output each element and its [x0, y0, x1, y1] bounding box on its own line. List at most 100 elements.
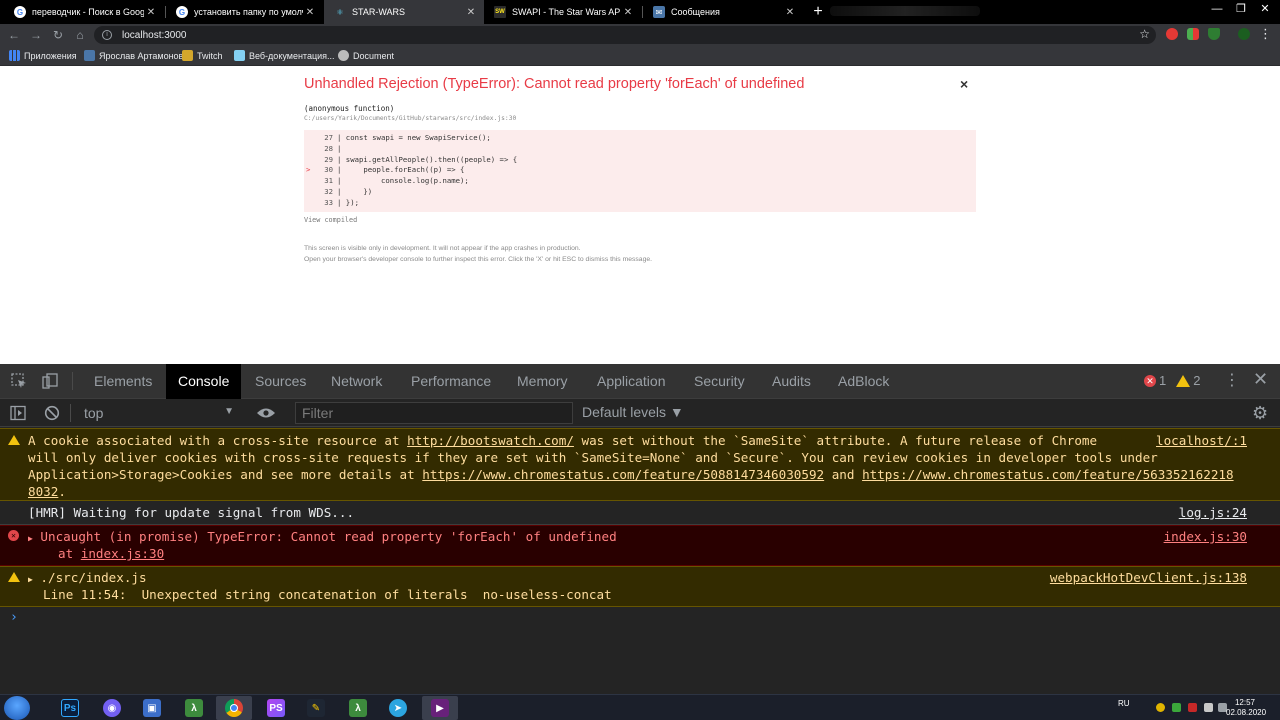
bookmark-star-icon[interactable]: ☆	[1139, 26, 1150, 43]
code-snippet: 27 | const swapi = new SwapiService(); 28…	[304, 130, 976, 212]
photoshop-icon[interactable]: Ps	[52, 696, 88, 720]
reload-icon[interactable]: ↻	[50, 27, 66, 43]
monster-icon[interactable]: λ	[340, 696, 376, 720]
browser-tab-5[interactable]: ✉ Сообщения ✕	[643, 0, 803, 24]
close-icon[interactable]: ✕	[303, 7, 317, 18]
log-levels-dropdown[interactable]: Default levels ▼	[582, 404, 684, 420]
tab-memory[interactable]: Memory	[505, 364, 580, 399]
windows-start-icon[interactable]	[4, 696, 30, 720]
telegram-icon[interactable]: ➤	[380, 696, 416, 720]
expand-triangle-icon[interactable]: ▶	[28, 575, 33, 584]
tab-title: Сообщения	[671, 7, 720, 17]
network-icon[interactable]	[1204, 703, 1213, 712]
close-icon[interactable]: ✕	[144, 7, 158, 18]
bookmarks-bar: Приложения Ярослав Артамонов Twitch Веб-…	[0, 46, 1280, 66]
message-source-link[interactable]: localhost/:1	[1156, 433, 1247, 450]
error-circle-icon: ✕	[1144, 374, 1156, 387]
browser-menu-icon[interactable]: ⋮	[1259, 26, 1272, 42]
bookmark-mdn[interactable]: Веб-документация...	[234, 50, 335, 61]
browser-tab-4[interactable]: SW SWAPI - The Star Wars API ✕	[484, 0, 641, 24]
tab-title: STAR-WARS	[352, 7, 405, 17]
profile-avatar-icon[interactable]	[1238, 28, 1250, 40]
browser-toolbar: ← → ↻ ⌂ i localhost:3000 ☆	[0, 24, 1280, 46]
clear-console-icon[interactable]	[44, 405, 60, 421]
tab-network[interactable]: Network	[319, 364, 394, 399]
address-bar[interactable]: i localhost:3000 ☆	[94, 26, 1156, 44]
forward-icon[interactable]: →	[28, 27, 44, 43]
adblock-shield-icon[interactable]	[1208, 28, 1220, 40]
phpstorm-icon[interactable]: PS	[258, 696, 294, 720]
issue-counters[interactable]: ✕ 1 2	[1144, 373, 1200, 388]
page-viewport: Unhandled Rejection (TypeError): Cannot …	[0, 66, 1280, 364]
cyberduck-icon[interactable]: ✎	[298, 696, 334, 720]
browser-tab-3[interactable]: ⚛ STAR-WARS ✕	[324, 0, 484, 24]
tab-title: установить папку по умолчани	[194, 7, 303, 17]
color-extension-icon[interactable]	[1187, 28, 1199, 40]
restore-icon[interactable]: ❐	[1230, 0, 1252, 20]
home-icon[interactable]: ⌂	[72, 27, 88, 43]
tray-app-icon[interactable]	[1156, 703, 1165, 712]
bookmark-twitch[interactable]: Twitch	[182, 50, 223, 61]
message-source-link[interactable]: index.js:30	[1164, 529, 1247, 546]
view-compiled-link[interactable]: View compiled	[304, 216, 357, 224]
stack-link[interactable]: index.js:30	[81, 546, 164, 561]
code-line: 31 | console.log(p.name);	[324, 176, 469, 186]
close-icon[interactable]: ✕	[621, 7, 635, 18]
tray-app-icon[interactable]	[1172, 703, 1181, 712]
devtools-close-icon[interactable]: ✕	[1253, 369, 1268, 390]
dev-note-line: Open your browser's developer console to…	[304, 256, 653, 263]
inspect-element-icon[interactable]	[11, 373, 27, 389]
chromestatus-link-2[interactable]: https://www.chromestatus.com/feature/563…	[862, 467, 1234, 482]
opera-extension-icon[interactable]	[1166, 28, 1178, 40]
tab-application[interactable]: Application	[585, 364, 678, 399]
console-prompt[interactable]: ›	[10, 610, 18, 625]
gear-icon[interactable]: ⚙	[1252, 403, 1268, 424]
filter-input[interactable]	[295, 402, 573, 424]
tab-console[interactable]: Console	[166, 364, 242, 399]
tab-adblock[interactable]: AdBlock	[826, 364, 901, 399]
chromestatus-link-2-cont[interactable]: 8032	[28, 484, 58, 499]
more-options-icon[interactable]: ⋮	[1224, 370, 1240, 390]
globe-icon	[338, 50, 349, 61]
mdn-icon	[234, 50, 245, 61]
message-source-link[interactable]: log.js:24	[1179, 505, 1247, 522]
device-toolbar-icon[interactable]	[42, 373, 58, 389]
language-indicator[interactable]: RU	[1118, 699, 1130, 708]
system-clock[interactable]: 12:57 02.08.2020	[1226, 698, 1266, 718]
sidebar-toggle-icon[interactable]	[10, 405, 26, 421]
stack-frame-file[interactable]: C:/users/Yarik/Documents/GitHub/starwars…	[304, 115, 516, 122]
new-tab-button[interactable]: +	[808, 2, 828, 22]
tray-flag-icon[interactable]	[1188, 703, 1197, 712]
bookmark-vk[interactable]: Ярослав Артамонов	[84, 50, 183, 61]
tab-elements[interactable]: Elements	[82, 364, 164, 399]
message-source-link[interactable]: webpackHotDevClient.js:138	[1050, 570, 1247, 587]
minimize-icon[interactable]: —	[1206, 0, 1228, 20]
eye-icon[interactable]	[256, 407, 276, 419]
visual-studio-icon[interactable]: ▶	[422, 696, 458, 720]
divider	[70, 404, 71, 422]
browser-tab-1[interactable]: G переводчик - Поиск в Google ✕	[4, 0, 164, 24]
chrome-icon[interactable]	[216, 696, 252, 720]
overlay-close-button[interactable]: ×	[960, 76, 968, 92]
cookie-link[interactable]: http://bootswatch.com/	[407, 433, 574, 448]
bookmark-document[interactable]: Document	[338, 50, 394, 61]
close-icon[interactable]: ✕	[783, 7, 797, 18]
chromestatus-link-1[interactable]: https://www.chromestatus.com/feature/508…	[422, 467, 824, 482]
back-icon[interactable]: ←	[6, 27, 22, 43]
lambda-icon[interactable]: λ	[176, 696, 212, 720]
console-warning-cookie: A cookie associated with a cross-site re…	[0, 428, 1280, 501]
tab-security[interactable]: Security	[682, 364, 757, 399]
tab-audits[interactable]: Audits	[760, 364, 823, 399]
close-icon[interactable]: ✕	[464, 7, 478, 18]
tab-sources[interactable]: Sources	[243, 364, 318, 399]
floppy-icon[interactable]: ▣	[134, 696, 170, 720]
tab-performance[interactable]: Performance	[399, 364, 503, 399]
viber-icon[interactable]: ◉	[94, 696, 130, 720]
taskbar: Ps ◉ ▣ λ PS ✎ λ ➤ ▶ RU 12:57 02.08.2020	[0, 694, 1280, 720]
browser-tab-2[interactable]: G установить папку по умолчани ✕	[166, 0, 323, 24]
window-close-icon[interactable]: ✕	[1254, 0, 1276, 20]
context-select[interactable]: top ▼	[84, 405, 236, 421]
expand-triangle-icon[interactable]: ▶	[28, 534, 33, 543]
info-icon[interactable]: i	[102, 30, 112, 40]
bookmark-apps[interactable]: Приложения	[9, 50, 77, 61]
